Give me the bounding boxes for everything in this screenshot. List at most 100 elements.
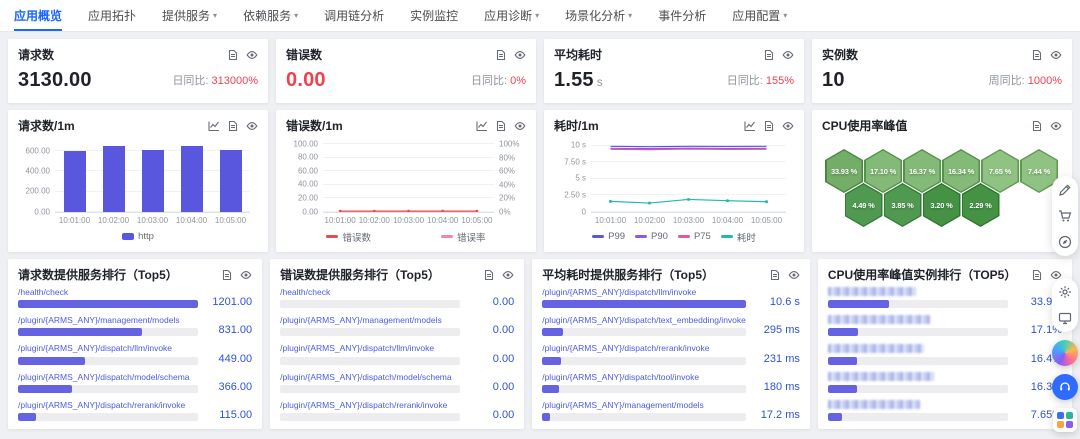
legend-item[interactable]: http: [122, 231, 154, 242]
bar[interactable]: [219, 149, 242, 212]
document-icon[interactable]: [763, 120, 775, 132]
eye-icon[interactable]: [514, 49, 526, 61]
bar[interactable]: [63, 151, 86, 212]
list-item[interactable]: /health/check 0.00: [280, 287, 514, 309]
gear-icon[interactable]: [1058, 285, 1072, 299]
nav-tab-2[interactable]: 提供服务 ▾: [162, 0, 217, 31]
service-link[interactable]: /health/check: [18, 287, 198, 297]
ai-assistant-button[interactable]: [1052, 340, 1078, 366]
service-link[interactable]: /plugin/{ARMS_ANY}/management/models: [18, 315, 198, 325]
document-icon[interactable]: [227, 49, 239, 61]
document-icon[interactable]: [483, 269, 495, 281]
hex-cell[interactable]: 16.37 %: [903, 149, 941, 193]
hex-cell[interactable]: 7.65 %: [981, 149, 1019, 193]
redacted-instance-name[interactable]: [827, 287, 916, 296]
document-icon[interactable]: [769, 269, 781, 281]
list-item[interactable]: /plugin/{ARMS_ANY}/dispatch/rerank/invok…: [18, 400, 252, 421]
cart-icon[interactable]: [1058, 209, 1072, 223]
line-chart-icon[interactable]: [208, 120, 220, 132]
support-chat-button[interactable]: [1052, 374, 1078, 400]
hex-cell[interactable]: 4.49 %: [844, 183, 883, 227]
nav-tab-4[interactable]: 调用链分析: [324, 0, 384, 31]
eye-icon[interactable]: [246, 120, 258, 132]
document-icon[interactable]: [1031, 269, 1043, 281]
nav-tab-9[interactable]: 应用配置 ▾: [732, 0, 787, 31]
document-icon[interactable]: [495, 49, 507, 61]
service-link[interactable]: /plugin/{ARMS_ANY}/dispatch/rerank/invok…: [542, 343, 746, 353]
list-item[interactable]: /plugin/{ARMS_ANY}/dispatch/model/schema…: [18, 372, 252, 393]
legend-item[interactable]: 错误率: [441, 230, 486, 244]
service-link[interactable]: /plugin/{ARMS_ANY}/management/models: [542, 400, 746, 410]
list-item[interactable]: /plugin/{ARMS_ANY}/dispatch/rerank/invok…: [280, 400, 514, 421]
document-icon[interactable]: [1031, 49, 1043, 61]
service-link[interactable]: /plugin/{ARMS_ANY}/dispatch/model/schema: [18, 372, 198, 382]
list-item[interactable]: /plugin/{ARMS_ANY}/management/models 17.2…: [542, 400, 800, 421]
list-item[interactable]: /health/check 1201.00: [18, 287, 252, 309]
hex-cell[interactable]: 3.85 %: [883, 183, 922, 227]
legend-item[interactable]: P75: [677, 231, 711, 242]
list-item[interactable]: /plugin/{ARMS_ANY}/dispatch/tool/invoke 1…: [542, 372, 800, 393]
document-icon[interactable]: [763, 49, 775, 61]
service-link[interactable]: /health/check: [280, 287, 460, 297]
redacted-instance-name[interactable]: [827, 343, 924, 353]
list-item[interactable]: 16.3%: [827, 371, 1062, 393]
nav-tab-8[interactable]: 事件分析: [658, 0, 706, 31]
service-link[interactable]: /plugin/{ARMS_ANY}/dispatch/llm/invoke: [542, 287, 746, 297]
legend-item[interactable]: 耗时: [720, 230, 756, 244]
redacted-instance-name[interactable]: [827, 400, 920, 409]
service-link[interactable]: /plugin/{ARMS_ANY}/dispatch/llm/invoke: [280, 343, 460, 353]
list-item[interactable]: /plugin/{ARMS_ANY}/dispatch/rerank/invok…: [542, 343, 800, 365]
eye-icon[interactable]: [514, 120, 526, 132]
eye-icon[interactable]: [782, 120, 794, 132]
list-item[interactable]: /plugin/{ARMS_ANY}/management/models 831.…: [18, 315, 252, 337]
legend-item[interactable]: P99: [592, 231, 625, 242]
hex-cell[interactable]: 3.20 %: [922, 183, 961, 227]
document-icon[interactable]: [221, 269, 233, 281]
eye-icon[interactable]: [1050, 120, 1062, 132]
line-chart-icon[interactable]: [476, 120, 488, 132]
list-item[interactable]: /plugin/{ARMS_ANY}/dispatch/llm/invoke 44…: [18, 343, 252, 365]
list-item[interactable]: 7.65%: [827, 400, 1062, 421]
hex-cell[interactable]: 17.10 %: [864, 149, 902, 193]
nav-tab-5[interactable]: 实例监控: [410, 0, 458, 31]
eye-icon[interactable]: [240, 269, 252, 281]
eye-icon[interactable]: [782, 49, 794, 61]
document-icon[interactable]: [227, 120, 239, 132]
redacted-instance-name[interactable]: [827, 315, 930, 325]
service-link[interactable]: /plugin/{ARMS_ANY}/dispatch/tool/invoke: [542, 372, 746, 382]
hex-cell[interactable]: 2.29 %: [961, 183, 1000, 227]
bar[interactable]: [102, 145, 125, 212]
service-link[interactable]: /plugin/{ARMS_ANY}/dispatch/rerank/invok…: [18, 400, 198, 410]
eye-icon[interactable]: [502, 269, 514, 281]
list-item[interactable]: 16.4%: [827, 343, 1062, 365]
monitor-icon[interactable]: [1058, 311, 1072, 325]
document-icon[interactable]: [1031, 120, 1043, 132]
list-item[interactable]: /plugin/{ARMS_ANY}/dispatch/llm/invoke 10…: [542, 287, 800, 309]
list-item[interactable]: /plugin/{ARMS_ANY}/management/models 0.00: [280, 315, 514, 337]
nav-tab-3[interactable]: 依赖服务 ▾: [243, 0, 298, 31]
legend-item[interactable]: 错误数: [326, 230, 371, 244]
compass-icon[interactable]: [1058, 235, 1072, 249]
nav-tab-1[interactable]: 应用拓扑: [88, 0, 136, 31]
list-item[interactable]: /plugin/{ARMS_ANY}/dispatch/model/schema…: [280, 372, 514, 393]
edit-icon[interactable]: [1058, 183, 1072, 197]
service-link[interactable]: /plugin/{ARMS_ANY}/management/models: [280, 315, 460, 325]
eye-icon[interactable]: [788, 269, 800, 281]
redacted-instance-name[interactable]: [827, 371, 934, 381]
list-item[interactable]: 33.9%: [827, 287, 1062, 308]
nav-tab-6[interactable]: 应用诊断 ▾: [484, 0, 539, 31]
hex-cell[interactable]: 16.34 %: [942, 149, 980, 193]
app-logo-button[interactable]: [1053, 408, 1077, 432]
service-link[interactable]: /plugin/{ARMS_ANY}/dispatch/text_embeddi…: [542, 315, 746, 325]
list-item[interactable]: /plugin/{ARMS_ANY}/dispatch/text_embeddi…: [542, 315, 800, 337]
legend-item[interactable]: P90: [635, 231, 668, 242]
list-item[interactable]: 17.1%: [827, 315, 1062, 337]
list-item[interactable]: /plugin/{ARMS_ANY}/dispatch/llm/invoke 0.…: [280, 343, 514, 365]
eye-icon[interactable]: [246, 49, 258, 61]
document-icon[interactable]: [495, 120, 507, 132]
nav-tab-0[interactable]: 应用概览: [14, 0, 63, 31]
line-chart-icon[interactable]: [744, 120, 756, 132]
bar[interactable]: [180, 145, 203, 212]
service-link[interactable]: /plugin/{ARMS_ANY}/dispatch/model/schema: [280, 372, 460, 382]
service-link[interactable]: /plugin/{ARMS_ANY}/dispatch/llm/invoke: [18, 343, 198, 353]
